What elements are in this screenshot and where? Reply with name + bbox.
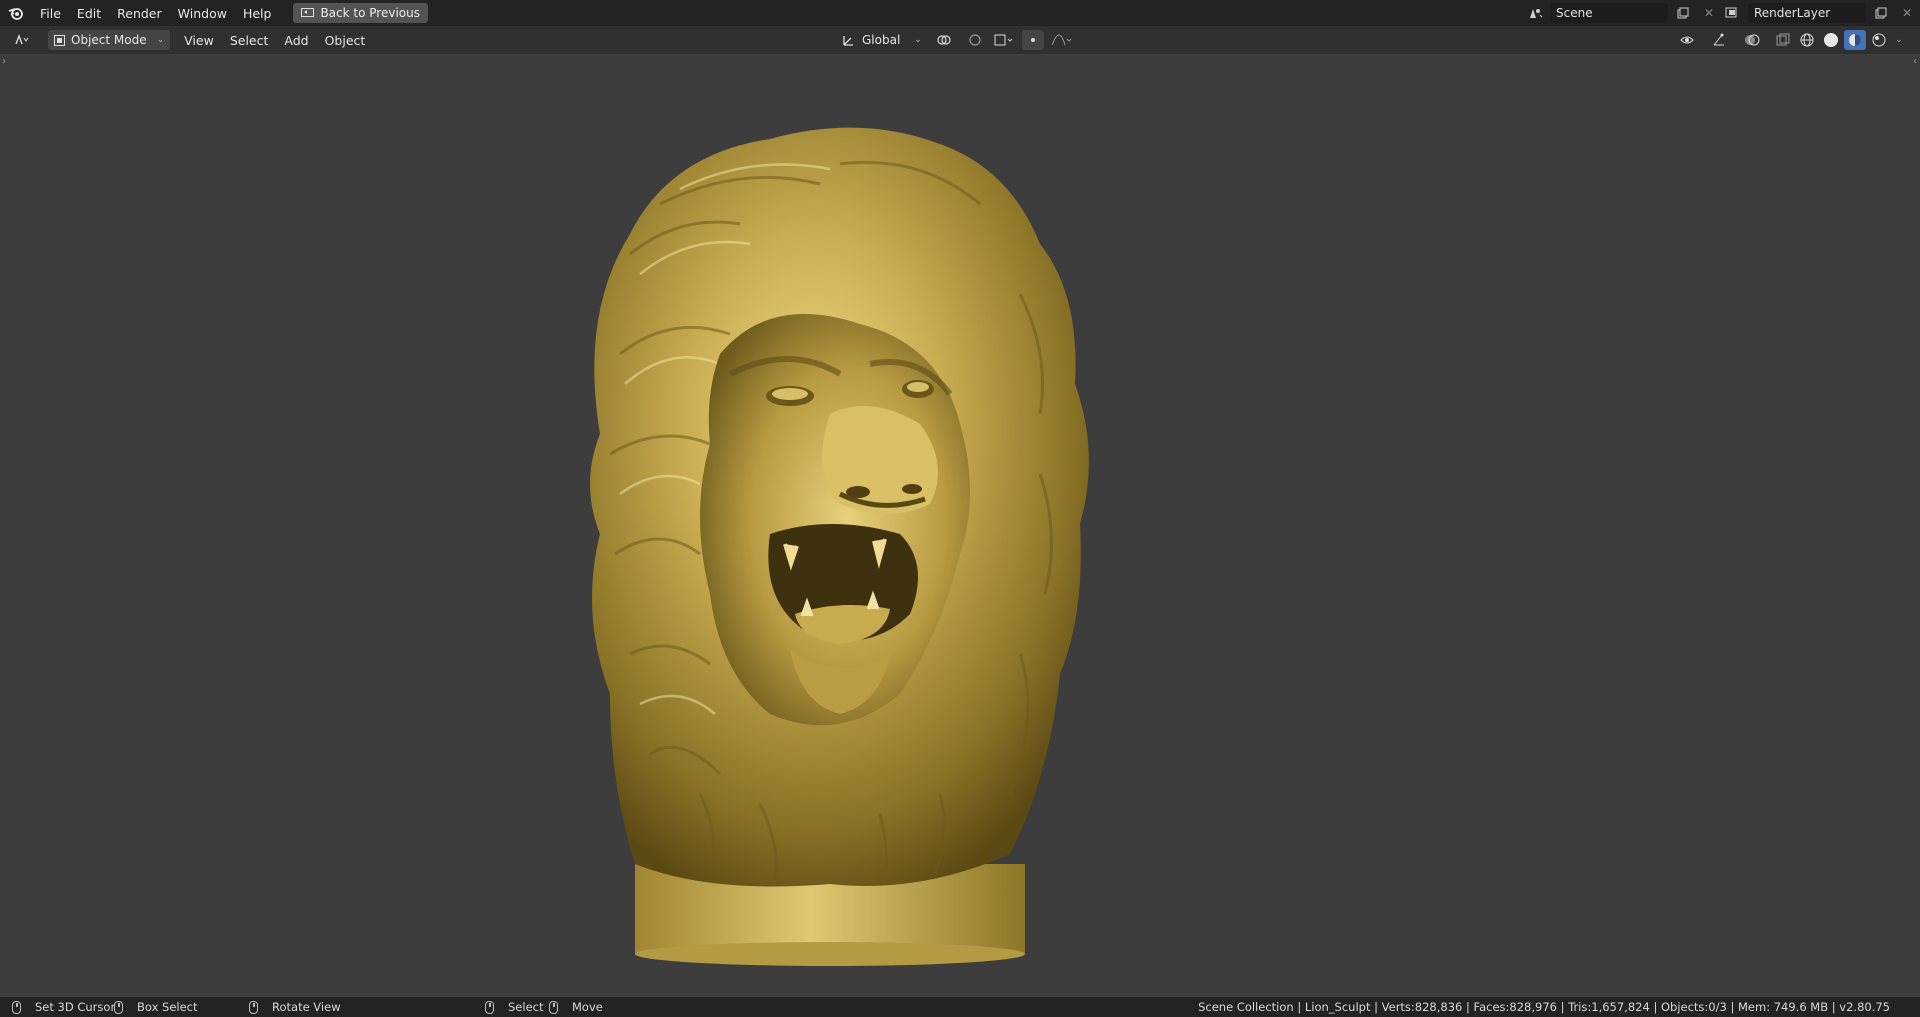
- select-label: Select: [508, 1000, 544, 1014]
- 3d-viewport[interactable]: › ‹: [0, 54, 1920, 997]
- status-bar: Set 3D Cursor Box Select Rotate View Sel…: [0, 997, 1920, 1017]
- material-icon[interactable]: [1844, 30, 1866, 50]
- back-icon: [301, 7, 315, 17]
- mode-dropdown[interactable]: Object Mode ⌄: [48, 30, 171, 50]
- status-hint-select: Select: [485, 1000, 543, 1014]
- shading-options-icon[interactable]: ⌄: [1892, 30, 1906, 50]
- back-to-previous-button[interactable]: Back to Previous: [293, 3, 428, 23]
- header-menu-select[interactable]: Select: [222, 33, 277, 48]
- renderlayer-name-field[interactable]: RenderLayer: [1748, 3, 1866, 23]
- transform-tools: Global ⌄: [836, 30, 1076, 50]
- header-menu-add[interactable]: Add: [276, 33, 316, 48]
- snap-target-icon[interactable]: [990, 30, 1018, 50]
- menu-window[interactable]: Window: [170, 6, 235, 21]
- orientation-label: Global: [862, 33, 901, 47]
- status-hint-move: Move: [549, 1000, 603, 1014]
- right-mouse-icon: [485, 1000, 494, 1014]
- editor-type-icon[interactable]: [10, 30, 40, 50]
- viewport-display-tools: ⌄: [1676, 30, 1906, 50]
- overlay-icon[interactable]: [1740, 30, 1770, 50]
- viewport-header: Object Mode ⌄ View Select Add Object Glo…: [0, 26, 1920, 54]
- top-bar: File Edit Render Window Help Back to Pre…: [0, 0, 1920, 26]
- proportional-icon[interactable]: [1021, 30, 1044, 50]
- new-renderlayer-icon[interactable]: [1870, 3, 1892, 23]
- visibility-icon[interactable]: [1676, 30, 1706, 50]
- status-hint-box-select: Box Select: [114, 1000, 198, 1014]
- renderlayer-selector: RenderLayer ✕: [1722, 3, 1918, 23]
- middle-mouse-icon: [249, 1000, 258, 1014]
- object-mode-icon: [54, 34, 65, 46]
- scene-selector: Scene ✕: [1524, 3, 1720, 23]
- gizmo-icon[interactable]: [1708, 30, 1738, 50]
- falloff-icon[interactable]: [1048, 30, 1076, 50]
- scene-statistics: Scene Collection | Lion_Sculpt | Verts:8…: [1198, 1000, 1890, 1014]
- lion-sculpt-model[interactable]: [540, 94, 1160, 974]
- scene-name-field[interactable]: Scene: [1550, 3, 1668, 23]
- left-mouse-icon: [12, 1000, 21, 1014]
- box-select-label: Box Select: [137, 1000, 198, 1014]
- rendered-icon[interactable]: [1868, 30, 1890, 50]
- move-label: Move: [572, 1000, 603, 1014]
- rotate-view-label: Rotate View: [272, 1000, 341, 1014]
- drag-right-mouse-icon: [549, 1000, 558, 1014]
- header-menu-object[interactable]: Object: [317, 33, 374, 48]
- menu-render[interactable]: Render: [109, 6, 170, 21]
- orientation-icon: [843, 36, 853, 46]
- close-scene-icon[interactable]: ✕: [1698, 3, 1720, 23]
- solid-icon[interactable]: [1820, 30, 1842, 50]
- set-cursor-label: Set 3D Cursor: [35, 1000, 116, 1014]
- status-hint-rotate-view: Rotate View: [249, 1000, 341, 1014]
- drag-mouse-icon: [114, 1000, 123, 1014]
- new-scene-icon[interactable]: [1672, 3, 1694, 23]
- sidebar-expand-icon[interactable]: ‹: [1913, 56, 1917, 67]
- status-hint-set-cursor: Set 3D Cursor: [12, 1000, 115, 1014]
- menu-help[interactable]: Help: [235, 6, 280, 21]
- scene-icon[interactable]: [1524, 3, 1546, 23]
- mode-label: Object Mode: [71, 33, 147, 47]
- menu-file[interactable]: File: [32, 6, 69, 21]
- renderlayer-icon[interactable]: [1722, 3, 1744, 23]
- back-button-label: Back to Previous: [320, 6, 420, 20]
- snap-icon[interactable]: [964, 30, 986, 50]
- header-menu-view[interactable]: View: [176, 33, 222, 48]
- close-renderlayer-icon[interactable]: ✕: [1896, 3, 1918, 23]
- orientation-dropdown[interactable]: Global ⌄: [836, 30, 928, 50]
- wireframe-icon[interactable]: [1796, 30, 1818, 50]
- toolbar-expand-icon[interactable]: ›: [2, 56, 6, 67]
- chevron-down-icon: ⌄: [156, 35, 165, 45]
- menu-edit[interactable]: Edit: [69, 6, 109, 21]
- blender-logo-icon[interactable]: [0, 6, 32, 20]
- pivot-icon[interactable]: [932, 30, 960, 50]
- xray-icon[interactable]: [1772, 30, 1794, 50]
